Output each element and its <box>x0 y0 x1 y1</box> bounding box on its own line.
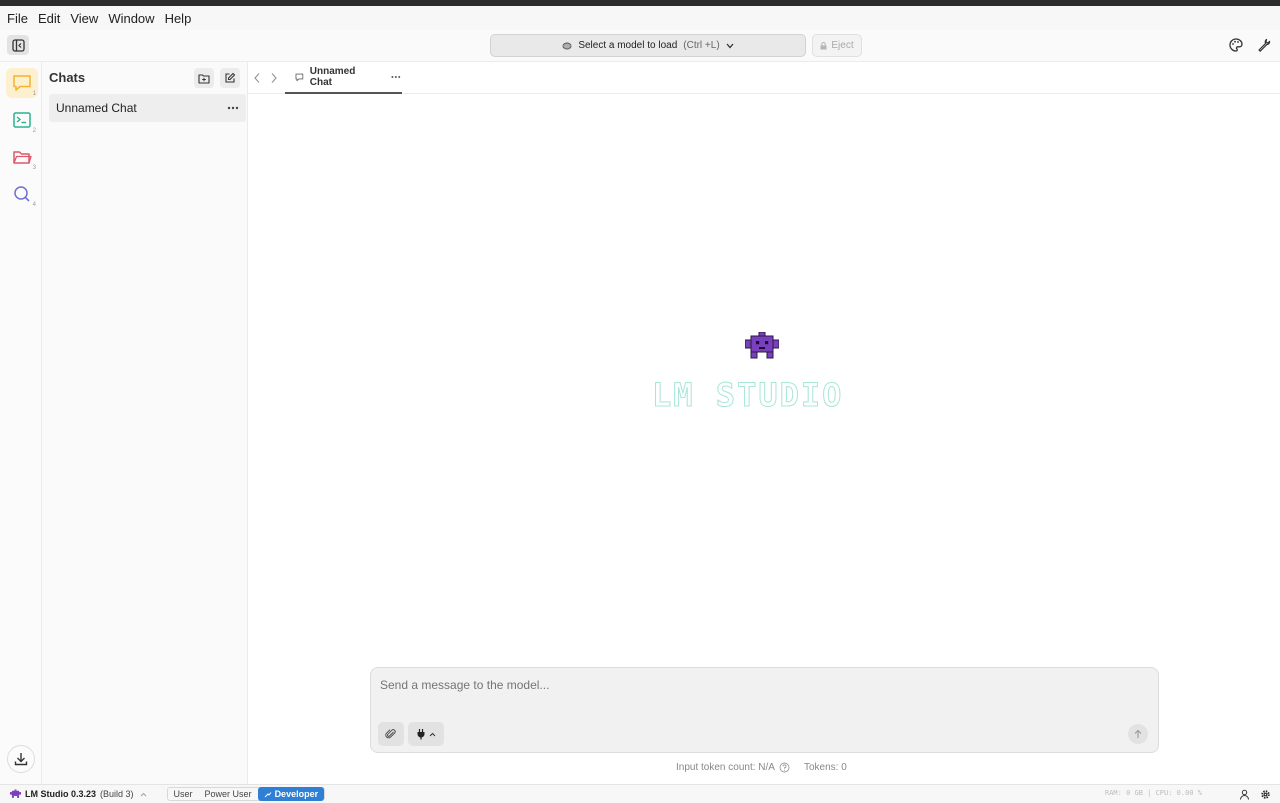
edit-icon <box>225 72 236 83</box>
tab-unnamed-chat[interactable]: Unnamed Chat <box>285 62 402 94</box>
new-chat-button[interactable] <box>220 68 240 88</box>
nav-discover-button[interactable]: 4 <box>6 179 38 209</box>
chevron-up-icon[interactable] <box>140 792 147 797</box>
user-icon[interactable] <box>1239 789 1250 800</box>
mascot-logo <box>745 332 779 359</box>
attach-button[interactable] <box>378 722 404 746</box>
more-horizontal-icon[interactable] <box>390 73 402 81</box>
app-version: LM Studio 0.3.23 <box>25 789 97 799</box>
menu-bar: File Edit View Window Help <box>0 6 1280 30</box>
message-input[interactable] <box>380 678 1080 692</box>
chat-list-item-label: Unnamed Chat <box>56 101 137 115</box>
chats-heading: Chats <box>49 70 86 85</box>
terminal-icon <box>13 112 31 128</box>
mode-developer-button[interactable]: Developer <box>257 787 325 801</box>
arrow-up-icon <box>1134 729 1142 738</box>
eject-button[interactable]: Eject <box>812 34 862 57</box>
menu-edit[interactable]: Edit <box>33 11 65 26</box>
chevron-up-icon <box>429 732 436 736</box>
chat-bubble-icon <box>295 73 304 81</box>
chevron-down-icon <box>726 43 734 48</box>
top-toolbar: Select a model to load (Ctrl +L) Eject <box>0 30 1280 62</box>
nav-developer-button[interactable]: 2 <box>6 105 38 135</box>
model-selector-button[interactable]: Select a model to load (Ctrl +L) <box>490 34 806 57</box>
chat-list-panel: Chats Unnamed Chat <box>42 62 248 784</box>
plug-icon <box>417 729 425 740</box>
wrench-icon[interactable] <box>1256 37 1272 53</box>
lock-icon <box>820 41 827 49</box>
menu-file[interactable]: File <box>2 11 33 26</box>
chat-list-item[interactable]: Unnamed Chat <box>49 94 246 122</box>
nav-chat-button[interactable]: 1 <box>6 68 38 98</box>
status-bar: LM Studio 0.3.23 (Build 3) User Power Us… <box>0 784 1280 803</box>
folder-icon <box>13 151 32 164</box>
palette-icon[interactable] <box>1228 37 1244 53</box>
new-folder-button[interactable] <box>194 68 214 88</box>
nav-models-button[interactable]: 3 <box>6 142 38 172</box>
gear-icon[interactable] <box>1260 789 1271 800</box>
nav-rail: 1 2 3 4 <box>0 62 42 784</box>
model-selector-shortcut: (Ctrl +L) <box>683 40 720 51</box>
send-button[interactable] <box>1128 724 1148 744</box>
mode-developer-label: Developer <box>274 789 319 799</box>
search-icon <box>14 186 30 202</box>
ui-mode-switcher: User Power User Developer <box>166 787 326 801</box>
message-composer <box>370 667 1159 753</box>
nav-developer-shortcut: 2 <box>32 128 36 134</box>
integrations-button[interactable] <box>408 722 444 746</box>
downloads-button[interactable] <box>7 745 35 773</box>
model-selector-label: Select a model to load <box>578 40 678 51</box>
app-wordmark: LM STUDIO <box>651 376 844 415</box>
help-circle-icon[interactable] <box>779 762 790 773</box>
eject-label: Eject <box>831 40 854 51</box>
menu-help[interactable]: Help <box>160 11 197 26</box>
input-token-count: Input token count: N/A <box>676 762 775 773</box>
download-icon <box>14 753 28 766</box>
app-build: (Build 3) <box>100 789 134 799</box>
chevron-right-icon[interactable] <box>270 72 278 84</box>
tokens-count: Tokens: 0 <box>803 762 847 773</box>
sidebar-toggle-button[interactable] <box>7 35 29 55</box>
paperclip-icon <box>385 729 396 739</box>
nav-models-shortcut: 3 <box>32 165 36 171</box>
chat-area: LM STUDIO In <box>248 94 1280 784</box>
menu-view[interactable]: View <box>65 11 103 26</box>
chevron-left-icon[interactable] <box>253 72 261 84</box>
token-info: Input token count: N/A Tokens: 0 <box>676 762 847 773</box>
app-logo-icon <box>10 789 21 798</box>
chat-bubble-icon <box>13 75 31 91</box>
menu-window[interactable]: Window <box>103 11 159 26</box>
tab-bar: Unnamed Chat <box>248 62 1280 94</box>
nav-discover-shortcut: 4 <box>32 202 36 208</box>
nav-chat-shortcut: 1 <box>32 91 36 97</box>
folder-plus-icon <box>198 73 210 84</box>
more-horizontal-icon[interactable] <box>226 100 240 116</box>
tab-label: Unnamed Chat <box>309 66 356 88</box>
trending-icon <box>264 791 271 797</box>
model-icon <box>562 42 572 49</box>
mode-power-user-button[interactable]: Power User <box>199 788 258 800</box>
system-resources: RAM: 0 GB | CPU: 0.00 % <box>1105 789 1202 797</box>
sidebar-collapse-icon <box>11 38 25 52</box>
mode-user-button[interactable]: User <box>168 788 199 800</box>
